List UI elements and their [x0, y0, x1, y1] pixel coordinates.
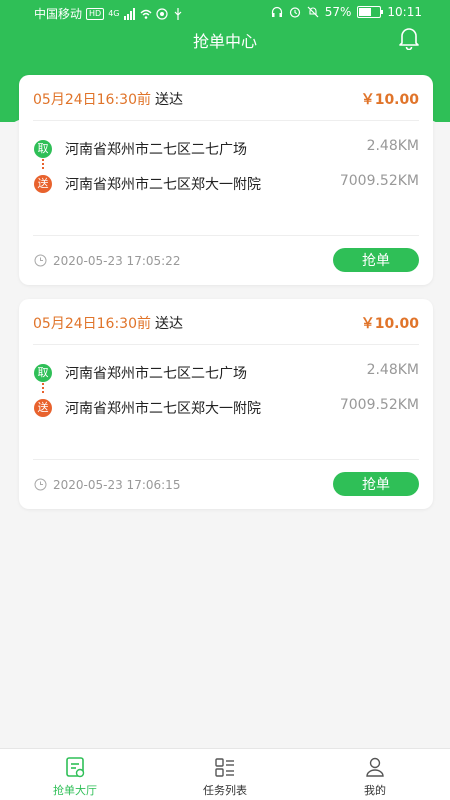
signal-icon: [123, 7, 135, 20]
pickup-distance: 2.48KM: [366, 362, 419, 378]
divider: [33, 459, 419, 460]
tab-order-hall[interactable]: 抢单大厅: [0, 749, 150, 800]
headset-icon: [271, 6, 282, 17]
order-deadline: 05月24日16:30前 送达: [33, 313, 183, 333]
tab-task-list[interactable]: 任务列表: [150, 749, 300, 800]
delivery-address: 河南省郑州市二七区郑大一附院: [65, 401, 261, 417]
hd-badge: HD: [86, 7, 105, 20]
carrier-name: 中国移动: [34, 7, 83, 21]
clock-icon: [34, 254, 47, 267]
pickup-tag: 取: [34, 140, 52, 158]
clock-time: 10:11: [387, 5, 422, 19]
location-app-icon: [155, 7, 168, 20]
clock-icon: [34, 478, 47, 491]
route-dots: [42, 159, 46, 169]
delivery-distance: 7009.52KM: [339, 397, 419, 413]
order-price: ￥10.00: [360, 92, 419, 108]
title-bar: 抢单中心: [0, 26, 450, 52]
pickup-distance: 2.48KM: [366, 138, 419, 154]
created-time: 2020-05-23 17:06:15: [53, 478, 181, 492]
bell-icon[interactable]: [398, 26, 420, 50]
status-bar: 中国移动 HD 4G 57% 10:11: [0, 0, 450, 26]
deadline-time: 05月24日16:30前: [33, 316, 151, 332]
grab-order-button[interactable]: 抢单: [333, 472, 419, 496]
order-card: 05月24日16:30前 送达 ￥10.00 取 河南省郑州市二七区二七广场 2.…: [19, 75, 433, 285]
task-list-icon: [215, 758, 234, 777]
deadline-suffix: 送达: [154, 92, 183, 108]
route-dots: [42, 383, 46, 393]
usb-icon: [174, 7, 181, 20]
order-price: ￥10.00: [360, 316, 419, 332]
order-hall-icon: [66, 757, 85, 778]
tab-label: 任务列表: [203, 784, 247, 797]
tab-label: 抢单大厅: [53, 784, 97, 797]
bottom-tab-bar: 抢单大厅 任务列表 我的: [0, 748, 450, 800]
divider: [33, 235, 419, 236]
order-deadline: 05月24日16:30前 送达: [33, 89, 183, 109]
delivery-address: 河南省郑州市二七区郑大一附院: [65, 177, 261, 193]
user-icon: [366, 757, 384, 777]
grab-order-button[interactable]: 抢单: [333, 248, 419, 272]
order-card: 05月24日16:30前 送达 ￥10.00 取 河南省郑州市二七区二七广场 2.…: [19, 299, 433, 509]
pickup-tag: 取: [34, 364, 52, 382]
delivery-tag: 送: [34, 175, 52, 193]
pickup-address: 河南省郑州市二七区二七广场: [65, 142, 247, 158]
created-time: 2020-05-23 17:05:22: [53, 254, 181, 268]
battery-percent: 57%: [324, 5, 352, 19]
battery-icon: [357, 6, 384, 18]
deadline-suffix: 送达: [154, 316, 183, 332]
divider: [33, 120, 419, 121]
page-title: 抢单中心: [192, 32, 257, 51]
tab-label: 我的: [364, 784, 386, 797]
network-type: 4G: [108, 9, 120, 18]
delivery-tag: 送: [34, 399, 52, 417]
alarm-icon: [289, 7, 300, 18]
delivery-distance: 7009.52KM: [339, 173, 419, 189]
deadline-time: 05月24日16:30前: [33, 92, 151, 108]
wifi-icon: [140, 9, 151, 19]
tab-mine[interactable]: 我的: [300, 749, 450, 800]
mute-icon: [307, 6, 319, 18]
divider: [33, 344, 419, 345]
pickup-address: 河南省郑州市二七区二七广场: [65, 366, 247, 382]
